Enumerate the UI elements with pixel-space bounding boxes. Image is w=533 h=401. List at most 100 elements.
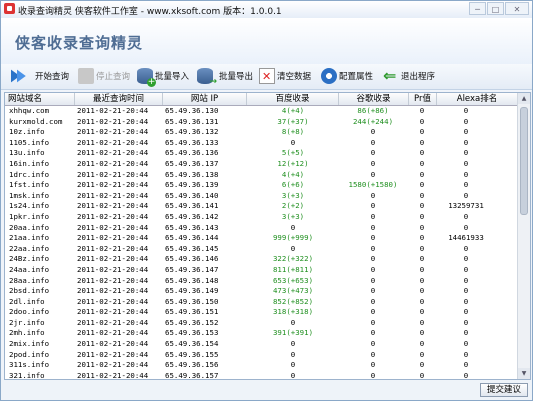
cell-ip: 65.49.36.153 [165, 328, 219, 338]
exit-button[interactable]: ⇐ 退出程序 [383, 66, 435, 86]
scrollbar-thumb[interactable] [520, 107, 528, 215]
table-row[interactable]: 28aa.info 2011-02-21-20:44 65.49.36.148 653… [5, 276, 517, 287]
col-header-query-time[interactable]: 最近查询时间 [75, 93, 163, 105]
cell-alexa-rank: 0 [463, 190, 469, 200]
cell-domain: 10z.info [9, 127, 45, 137]
cell-baidu-count: 0 [290, 243, 296, 253]
table-row[interactable]: 1fst.info 2011-02-21-20:44 65.49.36.139 6(+… [5, 180, 517, 191]
table-row[interactable]: 2mix.info 2011-02-21-20:44 65.49.36.154 0 0 0… [5, 339, 517, 350]
cell-pr-value: 0 [419, 339, 425, 349]
cell-alexa-rank: 0 [463, 148, 469, 158]
submit-suggestion-button[interactable]: 提交建议 [480, 383, 528, 397]
cell-baidu-count: 3(+3) [281, 211, 305, 221]
batch-export-button[interactable]: 批量导出 [197, 66, 253, 87]
maximize-button[interactable]: □ [487, 2, 504, 15]
col-header-google[interactable]: 谷歌收录 [339, 93, 409, 105]
table-row[interactable]: 20aa.info 2011-02-21-20:44 65.49.36.143 0 0 0… [5, 223, 517, 234]
cell-query-time: 2011-02-21-20:44 [77, 180, 149, 190]
table-row[interactable]: 13u.info 2011-02-21-20:44 65.49.36.136 5(+5… [5, 148, 517, 159]
results-table: 网站域名 最近查询时间 网站 IP 百度收录 谷歌收录 Pr值 Alexa排名 … [4, 92, 531, 380]
table-row[interactable]: 2bsd.info 2011-02-21-20:44 65.49.36.149 473… [5, 286, 517, 297]
cell-alexa-rank: 0 [463, 180, 469, 190]
col-header-ip[interactable]: 网站 IP [163, 93, 247, 105]
back-arrow-icon: ⇐ [383, 66, 397, 85]
table-row[interactable]: 311s.info 2011-02-21-20:44 65.49.36.156 0 0 0… [5, 360, 517, 371]
batch-import-button[interactable]: 批量导入 [137, 66, 190, 87]
col-header-baidu[interactable]: 百度收录 [247, 93, 339, 105]
cell-google-count: 0 [370, 158, 376, 168]
cell-query-time: 2011-02-21-20:44 [77, 307, 149, 317]
table-row[interactable]: 2doo.info 2011-02-21-20:44 65.49.36.151 318… [5, 307, 517, 318]
scroll-down-arrow-icon[interactable]: ▼ [518, 368, 530, 379]
table-row[interactable]: 1pkr.info 2011-02-21-20:44 65.49.36.142 3(+… [5, 212, 517, 223]
vertical-scrollbar[interactable]: ▲ ▼ [517, 93, 530, 379]
cell-google-count: 0 [370, 307, 376, 317]
clear-data-button[interactable]: 清空数据 [259, 66, 311, 86]
stop-query-button[interactable]: 停止查询 [78, 66, 130, 86]
cell-google-count: 0 [370, 360, 376, 370]
table-row[interactable]: 24Bz.info 2011-02-21-20:44 65.49.36.146 322… [5, 254, 517, 265]
database-add-icon [137, 68, 156, 87]
cell-pr-value: 0 [419, 360, 425, 370]
cell-ip: 65.49.36.144 [165, 233, 219, 243]
cell-ip: 65.49.36.142 [165, 211, 219, 221]
cell-baidu-count: 3(+3) [281, 190, 305, 200]
cell-domain: 321.info [9, 370, 45, 380]
minimize-button[interactable]: ─ [469, 2, 486, 15]
cell-pr-value: 0 [419, 370, 425, 380]
cell-google-count: 1580(+1580) [348, 180, 398, 190]
cell-ip: 65.49.36.154 [165, 339, 219, 349]
cell-domain: 16in.info [9, 158, 50, 168]
col-header-domain[interactable]: 网站域名 [5, 93, 75, 105]
table-row[interactable]: kurxmold.com 2011-02-21-20:44 65.49.36.131… [5, 117, 517, 128]
table-row[interactable]: 321.info 2011-02-21-20:44 65.49.36.157 0 0 0 0 [5, 370, 517, 380]
cell-query-time: 2011-02-21-20:44 [77, 254, 149, 264]
cell-domain: 1fst.info [9, 180, 50, 190]
cell-baidu-count: 8(+8) [281, 127, 305, 137]
cell-pr-value: 0 [419, 275, 425, 285]
col-header-alexa[interactable]: Alexa排名 [437, 93, 517, 105]
table-row[interactable]: 24aa.info 2011-02-21-20:44 65.49.36.147 811… [5, 265, 517, 276]
table-row[interactable]: 21aa.info 2011-02-21-20:44 65.49.36.144 999… [5, 233, 517, 244]
cell-query-time: 2011-02-21-20:44 [77, 349, 149, 359]
table-row[interactable]: 10z.info 2011-02-21-20:44 65.49.36.132 8(+8… [5, 127, 517, 138]
cell-query-time: 2011-02-21-20:44 [77, 137, 149, 147]
cell-query-time: 2011-02-21-20:44 [77, 190, 149, 200]
table-row[interactable]: 1s24.info 2011-02-21-20:44 65.49.36.141 2(+… [5, 201, 517, 212]
cell-alexa-rank: 0 [463, 339, 469, 349]
cell-alexa-rank: 0 [463, 254, 469, 264]
cell-pr-value: 0 [419, 190, 425, 200]
cell-query-time: 2011-02-21-20:44 [77, 106, 149, 115]
cell-pr-value: 0 [419, 169, 425, 179]
cell-baidu-count: 322(+322) [272, 254, 314, 264]
cell-ip: 65.49.36.156 [165, 360, 219, 370]
cell-domain: 1drc.info [9, 169, 50, 179]
table-row[interactable]: 1drc.info 2011-02-21-20:44 65.49.36.138 4(+… [5, 170, 517, 181]
banner-title: 侠客收录查询精灵 [15, 34, 144, 52]
table-row[interactable]: xhhqw.com 2011-02-21-20:44 65.49.36.130 4(+… [5, 106, 517, 117]
table-row[interactable]: 22aa.info 2011-02-21-20:44 65.49.36.145 0 0 0… [5, 244, 517, 255]
table-row[interactable]: 1105.info 2011-02-21-20:44 65.49.36.133 0 0 0… [5, 138, 517, 149]
cell-google-count: 0 [370, 148, 376, 158]
table-row[interactable]: 2jr.info 2011-02-21-20:44 65.49.36.152 0 0 0 0 [5, 318, 517, 329]
close-button[interactable]: ✕ [505, 2, 529, 15]
cell-domain: xhhqw.com [9, 106, 50, 115]
table-row[interactable]: 2dl.info 2011-02-21-20:44 65.49.36.150 852(… [5, 297, 517, 308]
start-query-button[interactable]: 开始查询 [11, 66, 69, 86]
table-row[interactable]: 2pod.info 2011-02-21-20:44 65.49.36.155 0 0 0… [5, 350, 517, 361]
table-row[interactable]: 2mh.info 2011-02-21-20:44 65.49.36.153 391(… [5, 328, 517, 339]
cell-pr-value: 0 [419, 307, 425, 317]
cell-query-time: 2011-02-21-20:44 [77, 296, 149, 306]
cell-pr-value: 0 [419, 328, 425, 338]
table-row[interactable]: 16in.info 2011-02-21-20:44 65.49.36.137 12(… [5, 159, 517, 170]
batch-import-label: 批量导入 [155, 72, 190, 82]
cell-alexa-rank: 0 [463, 286, 469, 296]
cell-domain: 1msk.info [9, 190, 50, 200]
scroll-up-arrow-icon[interactable]: ▲ [518, 93, 530, 104]
col-header-pr[interactable]: Pr值 [409, 93, 437, 105]
cell-domain: 1105.info [9, 137, 50, 147]
config-button[interactable]: 配置属性 [321, 66, 373, 86]
cell-query-time: 2011-02-21-20:44 [77, 116, 149, 126]
table-row[interactable]: 1msk.info 2011-02-21-20:44 65.49.36.140 3(+… [5, 191, 517, 202]
cell-pr-value: 0 [419, 317, 425, 327]
